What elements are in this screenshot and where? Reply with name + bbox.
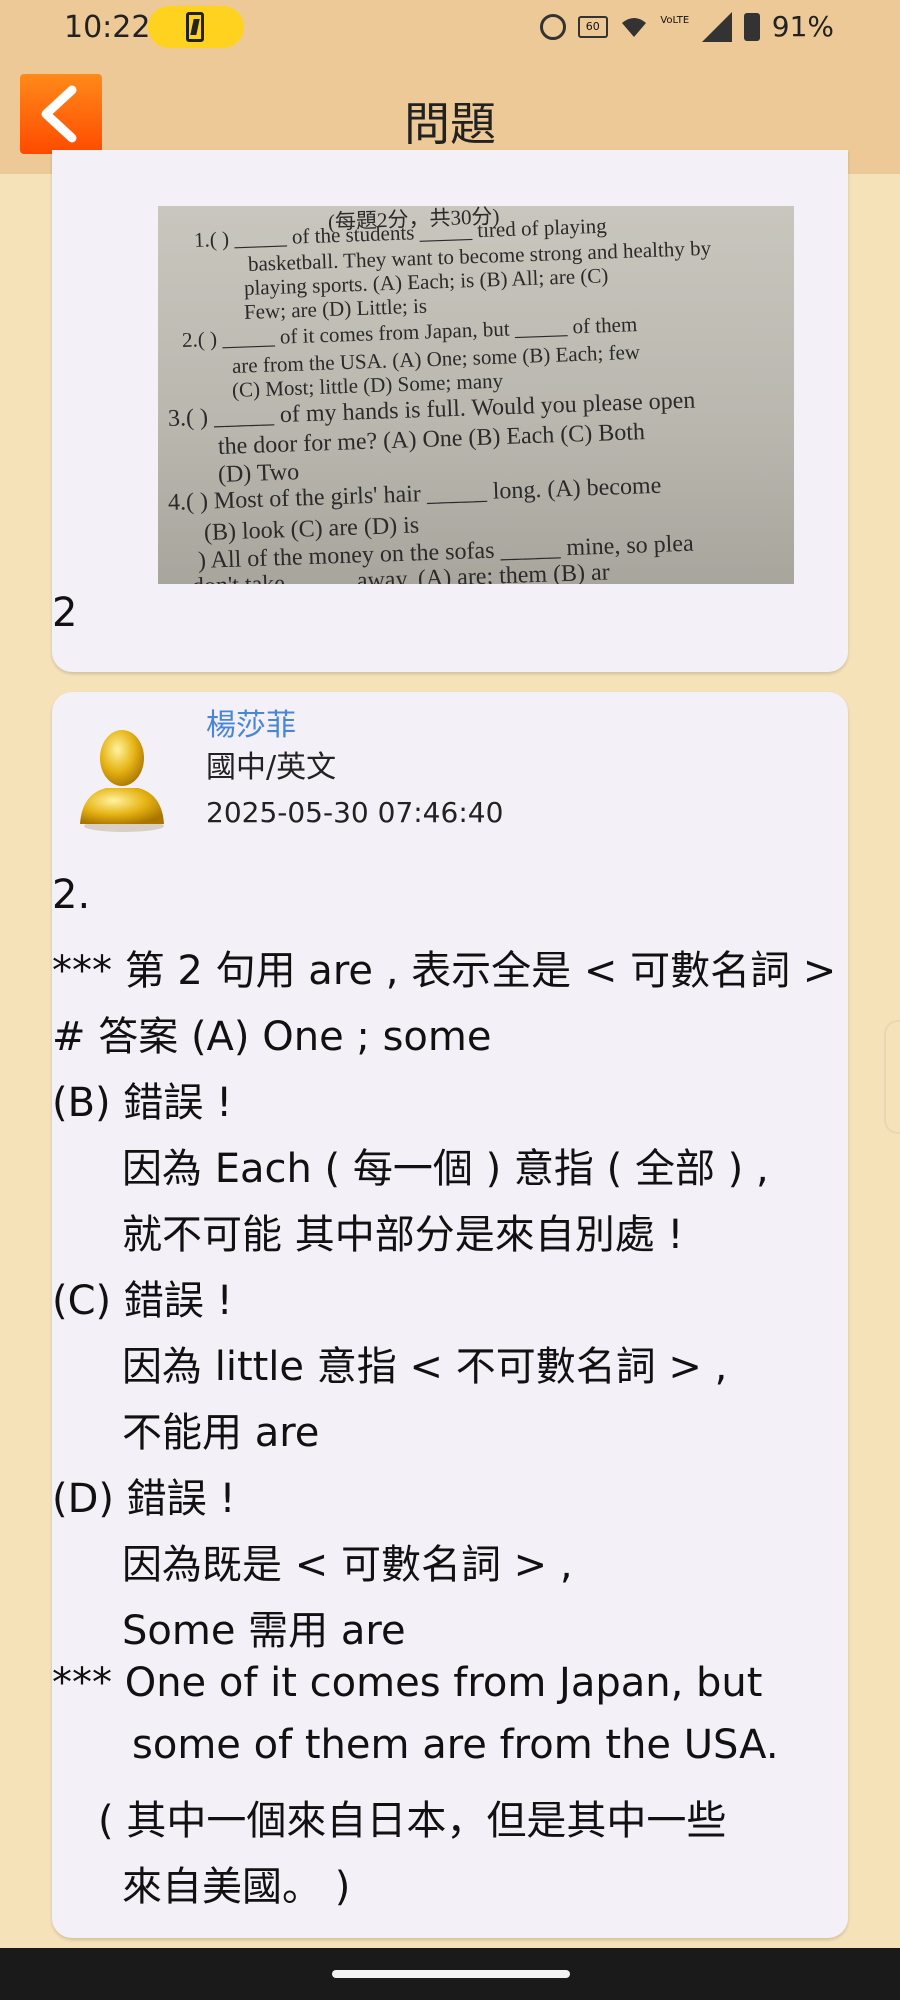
answer-line: 來自美國。 ) <box>122 1864 351 1910</box>
answer-line: Some 需用 are <box>122 1608 406 1654</box>
answer-line: ( 其中一個來自日本，但是其中一些 <box>98 1798 727 1844</box>
volte-icon: VoLTE <box>660 14 690 26</box>
answer-line: 就不可能 其中部分是來自別處 ! <box>122 1212 684 1258</box>
status-time: 10:22 <box>64 10 151 45</box>
user-avatar-icon[interactable] <box>72 724 172 834</box>
answer-line: 因為既是 < 可數名詞 > , <box>122 1542 573 1588</box>
battery-percent: 91% <box>771 10 834 43</box>
poster-subject: 國中/英文 <box>206 750 337 785</box>
answer-line: 不能用 are <box>122 1410 320 1456</box>
battery-icon <box>743 12 760 41</box>
edge-panel-handle[interactable] <box>884 1020 900 1134</box>
answer-line: (C) 錯誤 ! <box>52 1278 233 1324</box>
status-bar: 10:22 60 VoLTE 91% <box>0 0 900 56</box>
home-indicator[interactable] <box>332 1970 570 1978</box>
navigation-bar <box>0 1948 900 2000</box>
signal-icon <box>701 11 732 42</box>
poster-name[interactable]: 楊莎菲 <box>206 700 296 744</box>
post-timestamp: 2025-05-30 07:46:40 <box>206 796 504 829</box>
answer-line: *** 第 2 句用 are , 表示全是 < 可數名詞 > <box>52 948 837 994</box>
question-text: 2 <box>52 590 78 636</box>
answer-line: (D) 錯誤 ! <box>52 1476 236 1522</box>
alarm-icon <box>539 13 566 40</box>
answer-line: *** One of it comes from Japan, but <box>52 1660 763 1706</box>
battery-charging-icon <box>148 6 244 48</box>
answer-line: (B) 錯誤 ! <box>52 1080 233 1126</box>
answer-card: 楊莎菲 國中/英文 2025-05-30 07:46:40 2. *** 第 2… <box>52 692 848 1938</box>
answer-line: 因為 little 意指 < 不可數名詞 > , <box>122 1344 728 1390</box>
question-card: (每題2分，共30分) 1.( ) _____ of the students … <box>52 150 848 672</box>
wifi-icon <box>621 17 646 37</box>
status-icons: 60 VoLTE 91% <box>539 10 834 43</box>
answer-line: some of them are from the USA. <box>132 1722 779 1768</box>
page-title: 問題 <box>404 97 496 151</box>
photo-text-line: (D) Two <box>217 459 300 488</box>
answer-line: # 答案 (A) One ; some <box>52 1014 492 1060</box>
refresh-rate-60hz-icon: 60 <box>577 15 608 38</box>
question-photo[interactable]: (每題2分，共30分) 1.( ) _____ of the students … <box>158 206 794 584</box>
answer-line: 因為 Each ( 每一個 ) 意指 ( 全部 ) , <box>122 1146 769 1192</box>
answer-line: 2. <box>52 872 91 918</box>
